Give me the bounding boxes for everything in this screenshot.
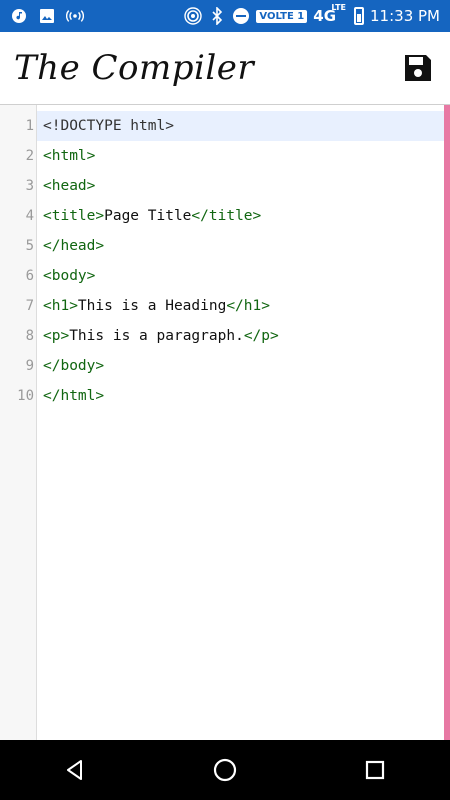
code-tag: <head> [43, 178, 96, 194]
code-line[interactable]: </head> [37, 231, 444, 261]
music-note-icon [10, 7, 28, 25]
code-area[interactable]: <!DOCTYPE html> <html> <head> <title>Page T… [37, 105, 444, 740]
code-tag: </html> [43, 388, 105, 404]
back-button[interactable] [55, 750, 95, 790]
code-tag: <title> [43, 208, 105, 224]
code-line-text: <!DOCTYPE html> [37, 118, 174, 134]
line-number: 5 [25, 238, 34, 254]
code-tag: </h1> [226, 298, 270, 314]
network-type: 4G LTE [313, 3, 347, 25]
line-number: 6 [25, 268, 34, 284]
code-tag: <html> [43, 148, 96, 164]
code-tag: <p> [43, 328, 70, 344]
line-number: 1 [25, 118, 34, 134]
status-time: 11:33 PM [370, 7, 440, 25]
hotspot-icon [184, 7, 203, 25]
line-number: 7 [25, 298, 34, 314]
broadcast-icon [66, 7, 84, 25]
code-line[interactable]: <title>Page Title</title> [37, 201, 444, 231]
code-line[interactable]: <!DOCTYPE html> [37, 111, 444, 141]
code-line[interactable]: </html> [37, 381, 444, 411]
code-line-text: </body> [37, 358, 104, 374]
code-tag: </title> [191, 208, 262, 224]
android-navigation-bar [0, 740, 450, 800]
editor-scroll-edge[interactable] [444, 105, 450, 740]
image-icon [38, 7, 56, 25]
line-number: 2 [25, 148, 34, 164]
code-tag: </p> [243, 328, 279, 344]
code-tag: </head> [43, 238, 105, 254]
code-tag: <h1> [43, 298, 78, 314]
code-line-text: <p>This is a paragraph.</p> [37, 328, 279, 344]
code-tag: <body> [43, 268, 96, 284]
code-line-text: <html> [37, 148, 95, 164]
code-line[interactable]: <body> [37, 261, 444, 291]
status-right-icons: VOLTE 1 4G LTE 11:33 PM [184, 3, 450, 25]
app-bar: The Compiler [0, 32, 450, 104]
code-line-text: </head> [37, 238, 104, 254]
status-left-icons [0, 7, 84, 25]
line-number: 10 [17, 388, 34, 404]
home-button[interactable] [205, 750, 245, 790]
line-number: 4 [25, 208, 34, 224]
code-text: This is a paragraph. [69, 328, 244, 344]
code-editor[interactable]: 1 2 3 4 5 6 7 8 9 10 <!DOCTYPE html> <html> <head> <… [0, 104, 450, 740]
line-number: 9 [25, 358, 34, 374]
code-line-text: <body> [37, 268, 95, 284]
line-number: 3 [25, 178, 34, 194]
app-title: The Compiler [14, 48, 255, 88]
code-tag: </body> [43, 358, 105, 374]
code-line[interactable]: </body> [37, 351, 444, 381]
status-bar: VOLTE 1 4G LTE 11:33 PM [0, 0, 450, 32]
back-icon [67, 760, 82, 780]
line-number-gutter: 1 2 3 4 5 6 7 8 9 10 [0, 105, 37, 740]
battery-icon [354, 7, 365, 25]
code-text: This is a Heading [77, 298, 227, 314]
code-line[interactable]: <head> [37, 171, 444, 201]
recents-button[interactable] [355, 750, 395, 790]
code-line-text: <head> [37, 178, 95, 194]
code-line[interactable]: <html> [37, 141, 444, 171]
code-tag: <!DOCTYPE html> [43, 118, 174, 134]
home-icon [213, 758, 237, 782]
code-line-text: <title>Page Title</title> [37, 208, 261, 224]
code-line[interactable]: <p>This is a paragraph.</p> [37, 321, 444, 351]
recents-icon [365, 760, 385, 780]
code-line-text: <h1>This is a Heading</h1> [37, 298, 270, 314]
save-button[interactable] [402, 52, 434, 84]
do-not-disturb-icon [232, 7, 250, 25]
code-text: Page Title [104, 208, 192, 224]
line-number: 8 [25, 328, 34, 344]
save-icon [405, 55, 431, 81]
code-line-text: </html> [37, 388, 104, 404]
volte-badge: VOLTE 1 [256, 9, 308, 23]
bluetooth-icon [208, 7, 226, 25]
code-line[interactable]: <h1>This is a Heading</h1> [37, 291, 444, 321]
